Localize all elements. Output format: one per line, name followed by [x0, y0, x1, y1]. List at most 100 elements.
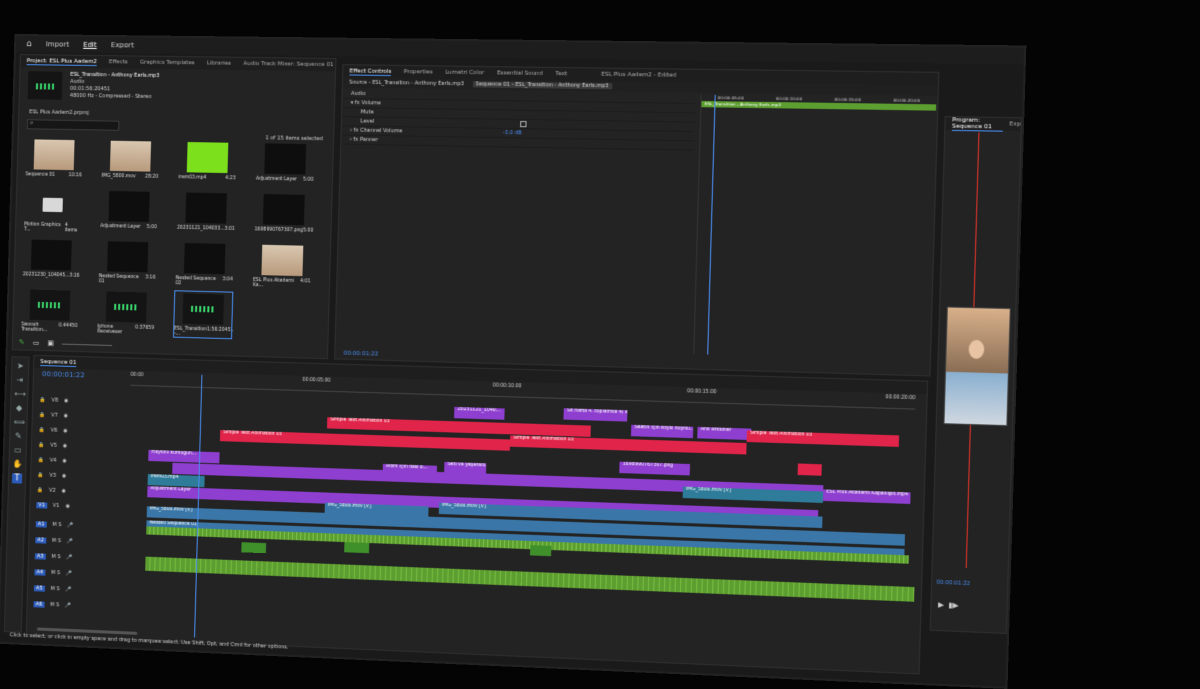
- tab-essential-sound[interactable]: Essential Sound: [497, 70, 543, 77]
- timeline-clip[interactable]: Ank erksiner: [697, 426, 752, 441]
- tab-text[interactable]: Text: [555, 71, 567, 77]
- step-icon[interactable]: ▮▶: [948, 601, 958, 610]
- play-icon[interactable]: ▶: [938, 601, 944, 610]
- razor-icon[interactable]: ◆: [14, 403, 24, 413]
- track-select-icon[interactable]: ⇥: [15, 375, 25, 385]
- timeline-clip[interactable]: Saatin için Ikiysi duydu...: [630, 424, 694, 439]
- mic-icon[interactable]: 🎤: [67, 554, 73, 560]
- pen-icon[interactable]: ✎: [13, 431, 23, 441]
- bin-item[interactable]: 20231230_104045... 3:16: [23, 239, 80, 279]
- lock-icon[interactable]: 🔒: [38, 427, 44, 433]
- timeline-timecode[interactable]: 00:00:01:22: [42, 370, 85, 379]
- tab-export[interactable]: Exp: [1009, 121, 1021, 128]
- lock-icon[interactable]: 🔒: [37, 472, 43, 478]
- bin-item-selected[interactable]: ESL_Transition -... 1:56:20451: [172, 290, 233, 340]
- tab-effects[interactable]: Effects: [109, 59, 128, 65]
- program-timecode[interactable]: 00:00:01:22: [936, 580, 970, 588]
- track-header-a6[interactable]: A6 M S 🎤: [27, 596, 130, 615]
- eye-icon[interactable]: ◉: [62, 457, 67, 463]
- level-value[interactable]: -3.0 dB: [503, 130, 522, 136]
- export-tab[interactable]: Export: [111, 41, 134, 49]
- track-header-v1[interactable]: V1 V1 ◉: [30, 497, 133, 516]
- bin-item[interactable]: 1698990767307.png 5:00: [254, 194, 313, 234]
- import-tab[interactable]: Import: [46, 40, 69, 48]
- sequence-chip[interactable]: Sequence 01 - ESL_Transition - Anthony E…: [472, 81, 612, 90]
- icon-view-icon[interactable]: ▣: [47, 339, 54, 347]
- timeline-clip[interactable]: ESL Plus Akademi Kapanışlıt.mp4: [822, 489, 911, 504]
- lock-icon[interactable]: 🔒: [39, 412, 45, 418]
- project-panel: Project: ESL Plus Aadem2 Effects Graphic…: [11, 54, 337, 360]
- audio-clip[interactable]: [241, 542, 267, 554]
- source-label[interactable]: Source - ESL_Transition - Anthony Earls.…: [349, 80, 464, 88]
- audio-clip-music[interactable]: [145, 556, 915, 602]
- eye-icon[interactable]: ◉: [65, 503, 70, 509]
- bin-item[interactable]: irem03.mp4 4:23: [178, 142, 236, 181]
- search-input[interactable]: ⌕: [26, 119, 120, 131]
- bin-item[interactable]: Nested Sequence 02 3:04: [175, 242, 233, 288]
- bin-item[interactable]: Motion Graphics T... 4 items: [24, 189, 81, 233]
- timeline-clip[interactable]: Simple Text Animation 03: [746, 430, 900, 447]
- mic-icon[interactable]: 🎤: [65, 602, 71, 608]
- lock-icon[interactable]: 🔒: [37, 487, 43, 493]
- tab-lumetri[interactable]: Lumetri Color: [445, 70, 484, 77]
- eye-icon[interactable]: ◉: [63, 442, 68, 448]
- preview-thumbnail: [27, 71, 63, 100]
- timeline-clip[interactable]: 20231121_1040...: [454, 406, 505, 420]
- mic-icon[interactable]: 🎤: [67, 538, 73, 544]
- mic-icon[interactable]: 🎤: [67, 522, 73, 528]
- tab-libraries[interactable]: Libraries: [207, 60, 231, 66]
- bin-item[interactable]: Adjustment Layer 5:00: [256, 143, 315, 183]
- bin-item[interactable]: Sequence 01 10:16: [25, 139, 82, 178]
- tab-properties[interactable]: Properties: [404, 69, 433, 76]
- timeline-clip[interactable]: 1698990767307.png: [619, 461, 691, 476]
- tab-effect-controls[interactable]: Effect Controls: [349, 67, 392, 76]
- mic-icon[interactable]: 🎤: [66, 570, 72, 576]
- audio-clip[interactable]: [529, 545, 552, 557]
- ripple-edit-icon[interactable]: ⟷: [14, 389, 26, 399]
- timeline-clip[interactable]: irem03.mp4: [147, 474, 205, 488]
- slip-icon[interactable]: ⟺: [14, 417, 26, 427]
- bin-item[interactable]: IMG_5800.mov 28:20: [102, 140, 160, 180]
- mic-icon[interactable]: 🎤: [66, 586, 72, 592]
- lock-icon[interactable]: 🔒: [38, 442, 44, 448]
- eye-icon[interactable]: ◉: [64, 397, 69, 403]
- bin-item[interactable]: Iphone Receiveser 0:37659: [97, 291, 155, 336]
- list-view-icon[interactable]: ▭: [33, 339, 40, 347]
- ec-timecode[interactable]: 00:00:01:22: [343, 351, 378, 358]
- rectangle-icon[interactable]: ▭: [13, 445, 23, 455]
- project-tabs: Project: ESL Plus Aadem2 Effects Graphic…: [20, 55, 336, 72]
- v1-target[interactable]: V1: [36, 501, 48, 509]
- type-tool-icon[interactable]: T: [11, 473, 23, 484]
- level-checkbox[interactable]: [520, 120, 527, 128]
- bin-item[interactable]: Nested Sequence 01 3:16: [99, 241, 157, 286]
- selection-tool-icon[interactable]: ➤: [15, 361, 25, 371]
- pencil-icon[interactable]: ✎: [19, 338, 25, 346]
- timeline-clip[interactable]: Haydini kurduğun...: [148, 449, 220, 464]
- bin-item[interactable]: 20231121_104033... 3:01: [177, 192, 235, 232]
- bin-item[interactable]: Swoosh Transition... 0:44450: [21, 289, 78, 334]
- tab-project[interactable]: Project: ESL Plus Aadem2: [26, 57, 97, 66]
- eye-icon[interactable]: ◉: [63, 427, 68, 433]
- bin-item[interactable]: ESL Plus Akademi Ka... 4:01: [253, 244, 312, 290]
- zoom-slider[interactable]: [61, 343, 113, 346]
- tab-graphics-templates[interactable]: Graphics Templates: [140, 60, 195, 67]
- program-tabs: Program: Sequence 01 Exp: [945, 116, 1021, 132]
- bin-item[interactable]: Adjustment Layer 5:00: [100, 190, 158, 230]
- home-icon[interactable]: ⌂: [26, 39, 32, 49]
- timeline-playhead[interactable]: [194, 374, 203, 638]
- timeline-clip[interactable]: [797, 463, 822, 476]
- tab-sequence-01[interactable]: Sequence 01: [40, 358, 77, 367]
- timeline-clip[interactable]: Simple Text Animation 03: [219, 430, 511, 451]
- lock-icon[interactable]: 🔒: [38, 457, 44, 463]
- lock-icon[interactable]: 🔒: [39, 397, 45, 403]
- eye-icon[interactable]: ◉: [62, 473, 67, 479]
- tab-program[interactable]: Program: Sequence 01: [951, 116, 1003, 132]
- edit-tab[interactable]: Edit: [83, 41, 97, 49]
- timeline-clip[interactable]: Sıt hafta 4. toplamda 4/ kere: [563, 408, 628, 422]
- tab-audio-mixer[interactable]: Audio Track Mixer: Sequence 01: [243, 61, 333, 68]
- eye-icon[interactable]: ◉: [62, 488, 67, 494]
- audio-clip[interactable]: [344, 542, 370, 554]
- eye-icon[interactable]: ◉: [64, 412, 69, 418]
- monitor-screen: ⌂ Import Edit Export Project: ESL Plus A…: [0, 33, 1027, 689]
- hand-icon[interactable]: ✋: [12, 459, 22, 469]
